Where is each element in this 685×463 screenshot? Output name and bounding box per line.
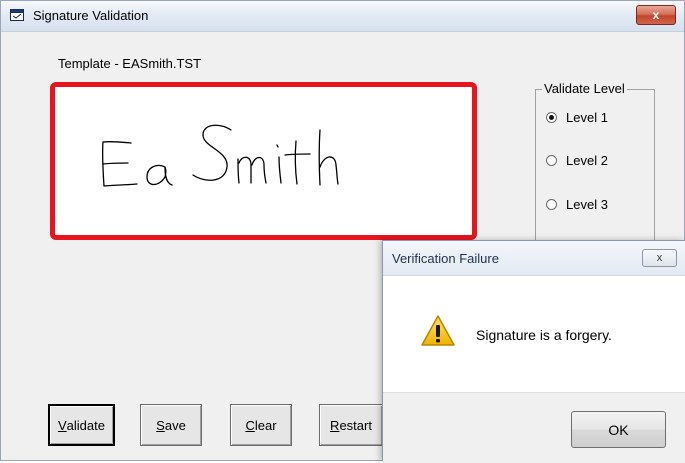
radio-level-3-label: Level 3 bbox=[566, 197, 608, 212]
save-button[interactable]: Save bbox=[140, 404, 202, 446]
dialog-close-button[interactable]: x bbox=[642, 249, 677, 267]
clear-button-mnemonic: C bbox=[245, 417, 255, 433]
radio-level-2-label: Level 2 bbox=[566, 153, 608, 168]
radio-level-1[interactable]: Level 1 bbox=[546, 110, 608, 125]
validate-button-label: alidate bbox=[66, 417, 105, 433]
dialog-title: Verification Failure bbox=[392, 251, 499, 266]
dialog-title-bar[interactable]: Verification Failure x bbox=[383, 241, 685, 276]
validate-level-group: Validate Level Level 1 Level 2 Level 3 bbox=[535, 81, 655, 249]
signature-drawing bbox=[101, 124, 339, 187]
ok-button-label: OK bbox=[608, 421, 629, 438]
radio-level-3[interactable]: Level 3 bbox=[546, 197, 608, 212]
restart-button-mnemonic: R bbox=[330, 417, 340, 433]
title-bar[interactable]: Signature Validation x bbox=[1, 1, 684, 32]
dialog-message: Signature is a forgery. bbox=[476, 327, 612, 343]
template-label: Template - EASmith.TST bbox=[58, 56, 202, 71]
ok-button[interactable]: OK bbox=[571, 411, 666, 448]
app-icon bbox=[10, 9, 24, 21]
window-title: Signature Validation bbox=[33, 8, 149, 23]
close-icon: x bbox=[652, 8, 660, 22]
save-button-label: ave bbox=[164, 417, 186, 433]
radio-level-2[interactable]: Level 2 bbox=[546, 153, 608, 168]
clear-button-label: lear bbox=[254, 417, 277, 433]
close-icon: x bbox=[656, 252, 663, 264]
validate-level-legend: Validate Level bbox=[542, 81, 627, 96]
verification-failure-dialog: Verification Failure x Signature is a fo… bbox=[382, 240, 685, 463]
window-close-button[interactable]: x bbox=[636, 5, 676, 25]
warning-icon bbox=[421, 315, 455, 346]
radio-level-1-label: Level 1 bbox=[566, 110, 608, 125]
save-button-mnemonic: S bbox=[156, 417, 165, 433]
restart-button-label: estart bbox=[339, 417, 372, 433]
signature-pad[interactable] bbox=[50, 82, 477, 240]
clear-button[interactable]: Clear bbox=[230, 404, 292, 446]
validate-button-mnemonic: V bbox=[58, 417, 67, 433]
radio-unselected-icon[interactable] bbox=[546, 199, 557, 210]
validate-button[interactable]: Validate bbox=[48, 404, 115, 446]
restart-button[interactable]: Restart bbox=[319, 404, 383, 446]
radio-unselected-icon[interactable] bbox=[546, 155, 557, 166]
radio-selected-icon[interactable] bbox=[546, 112, 557, 123]
